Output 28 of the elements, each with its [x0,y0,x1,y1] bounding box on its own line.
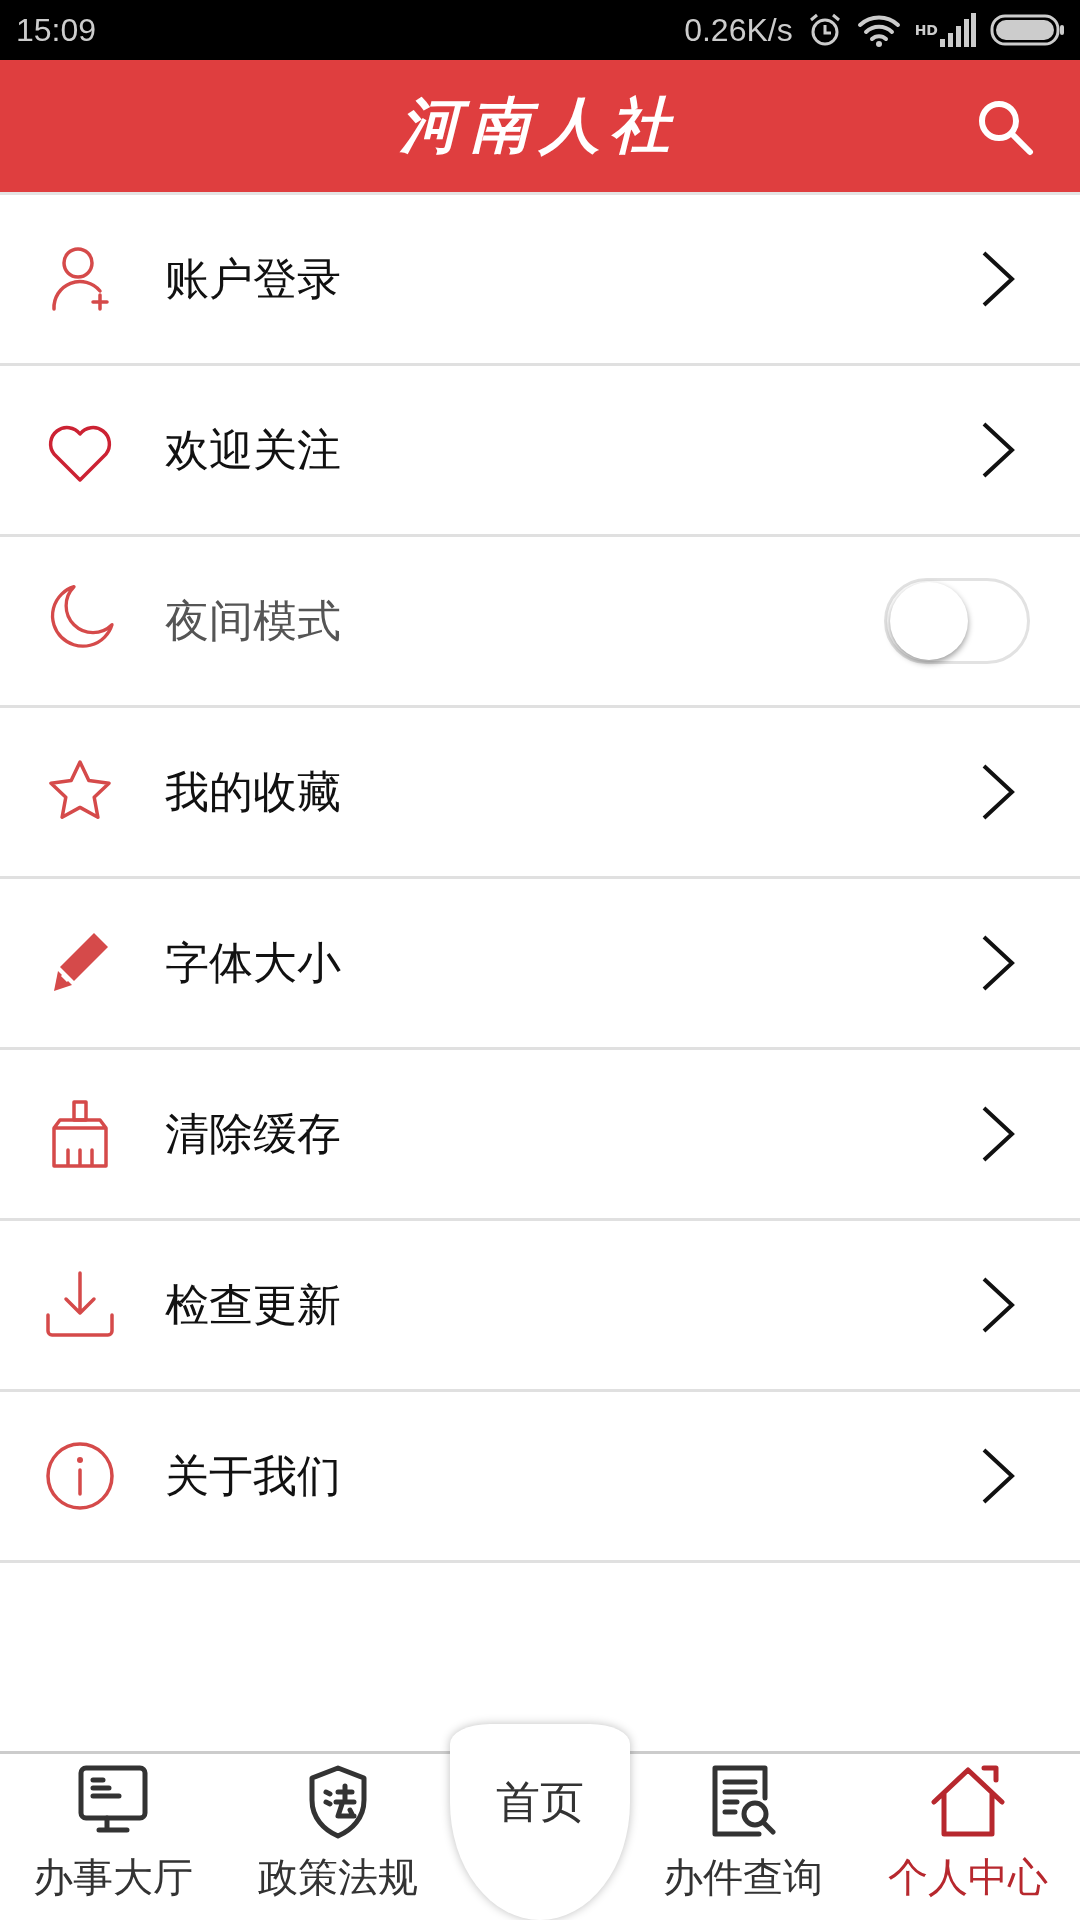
menu-item[interactable]: 检查更新 [0,1221,1080,1392]
home-tab[interactable]: 首页 [450,1724,630,1920]
clock-text: 15:09 [16,11,97,49]
menu-item[interactable]: 字体大小 [0,879,1080,1050]
chevron-right-icon [980,1276,1016,1334]
chevron-right-icon [980,1105,1016,1163]
nav-tab[interactable]: 办事大厅 [0,1754,225,1920]
battery-icon [990,14,1064,46]
menu-item[interactable]: 关于我们 [0,1392,1080,1563]
chevron-right-icon [980,934,1016,992]
nav-tab[interactable]: 政策法规 [225,1754,450,1920]
menu-item[interactable]: 账户登录 [0,195,1080,366]
menu-item[interactable]: 我的收藏 [0,708,1080,879]
network-text: HD [914,21,938,38]
menu-item[interactable]: 清除缓存 [0,1050,1080,1221]
chevron-right-icon [980,1447,1016,1505]
chevron-right-icon [980,763,1016,821]
speed-text: 0.26K/s [684,11,793,49]
menu-item[interactable]: 夜间模式 [0,537,1080,708]
signal-icon [940,13,976,47]
search-icon[interactable] [976,98,1034,156]
nav-tab[interactable]: 个人中心 [855,1754,1080,1920]
wifi-icon [856,13,901,47]
chevron-right-icon [980,421,1016,479]
menu-item[interactable]: 欢迎关注 [0,366,1080,537]
nav-tab[interactable]: 办件查询 [630,1754,855,1920]
app-title: 河南人社 [400,88,680,162]
chevron-right-icon [980,250,1016,308]
